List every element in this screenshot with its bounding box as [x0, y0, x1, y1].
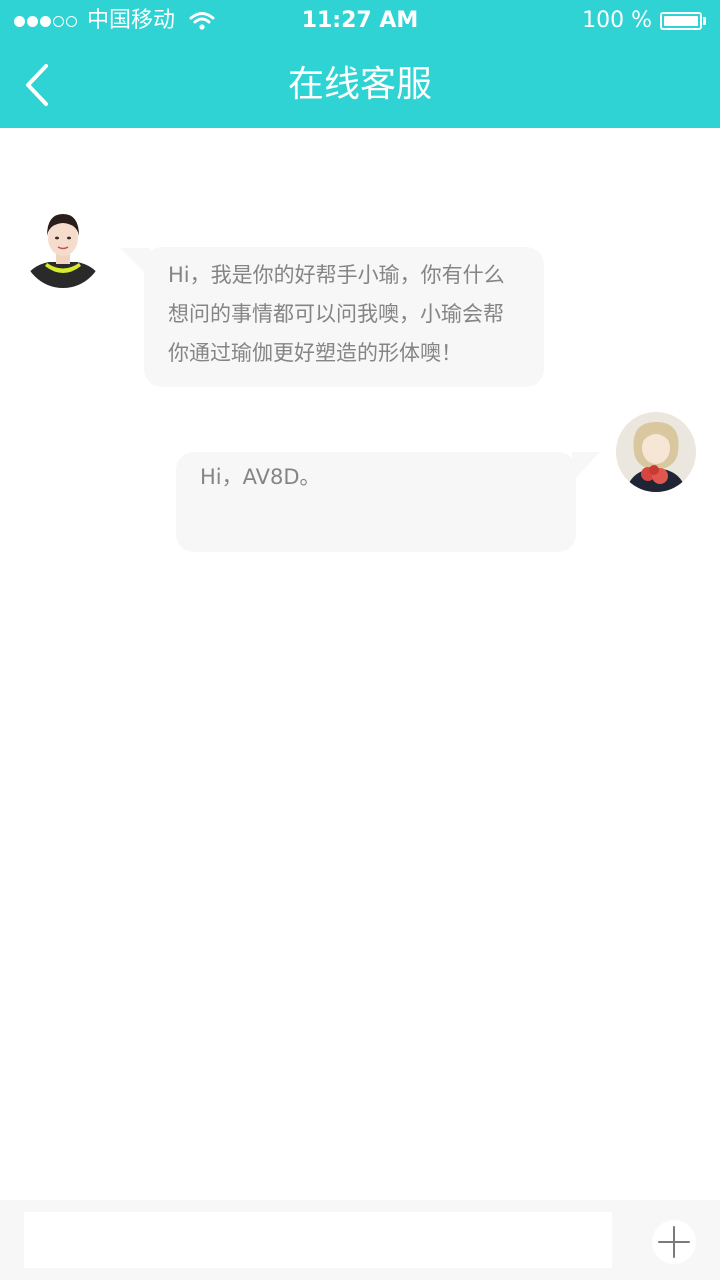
add-button[interactable]	[652, 1220, 696, 1264]
status-bar: 中国移动 11:27 AM 100 %	[0, 0, 720, 44]
agent-avatar-image	[23, 208, 103, 288]
user-bubble-tail	[572, 452, 600, 482]
agent-message-text: Hi，我是你的好帮手小瑜，你有什么想问的事情都可以问我噢，小瑜会帮你通过瑜伽更好…	[168, 263, 505, 365]
nav-bar: 在线客服	[0, 44, 720, 128]
user-avatar[interactable]	[616, 412, 696, 492]
page-title: 在线客服	[287, 64, 432, 105]
plus-icon	[658, 1226, 690, 1258]
battery-tip	[703, 17, 706, 25]
input-bar	[0, 1200, 720, 1280]
message-input[interactable]	[24, 1212, 612, 1268]
agent-message-bubble: Hi，我是你的好帮手小瑜，你有什么想问的事情都可以问我噢，小瑜会帮你通过瑜伽更好…	[144, 247, 544, 387]
battery-icon	[660, 12, 702, 30]
agent-avatar[interactable]	[23, 208, 103, 288]
battery-percentage: 100 %	[582, 8, 652, 33]
status-right: 100 %	[582, 9, 706, 33]
user-avatar-image	[616, 412, 696, 492]
user-message-text: Hi，AV8D。	[200, 465, 321, 489]
user-message-bubble: Hi，AV8D。	[176, 452, 576, 552]
